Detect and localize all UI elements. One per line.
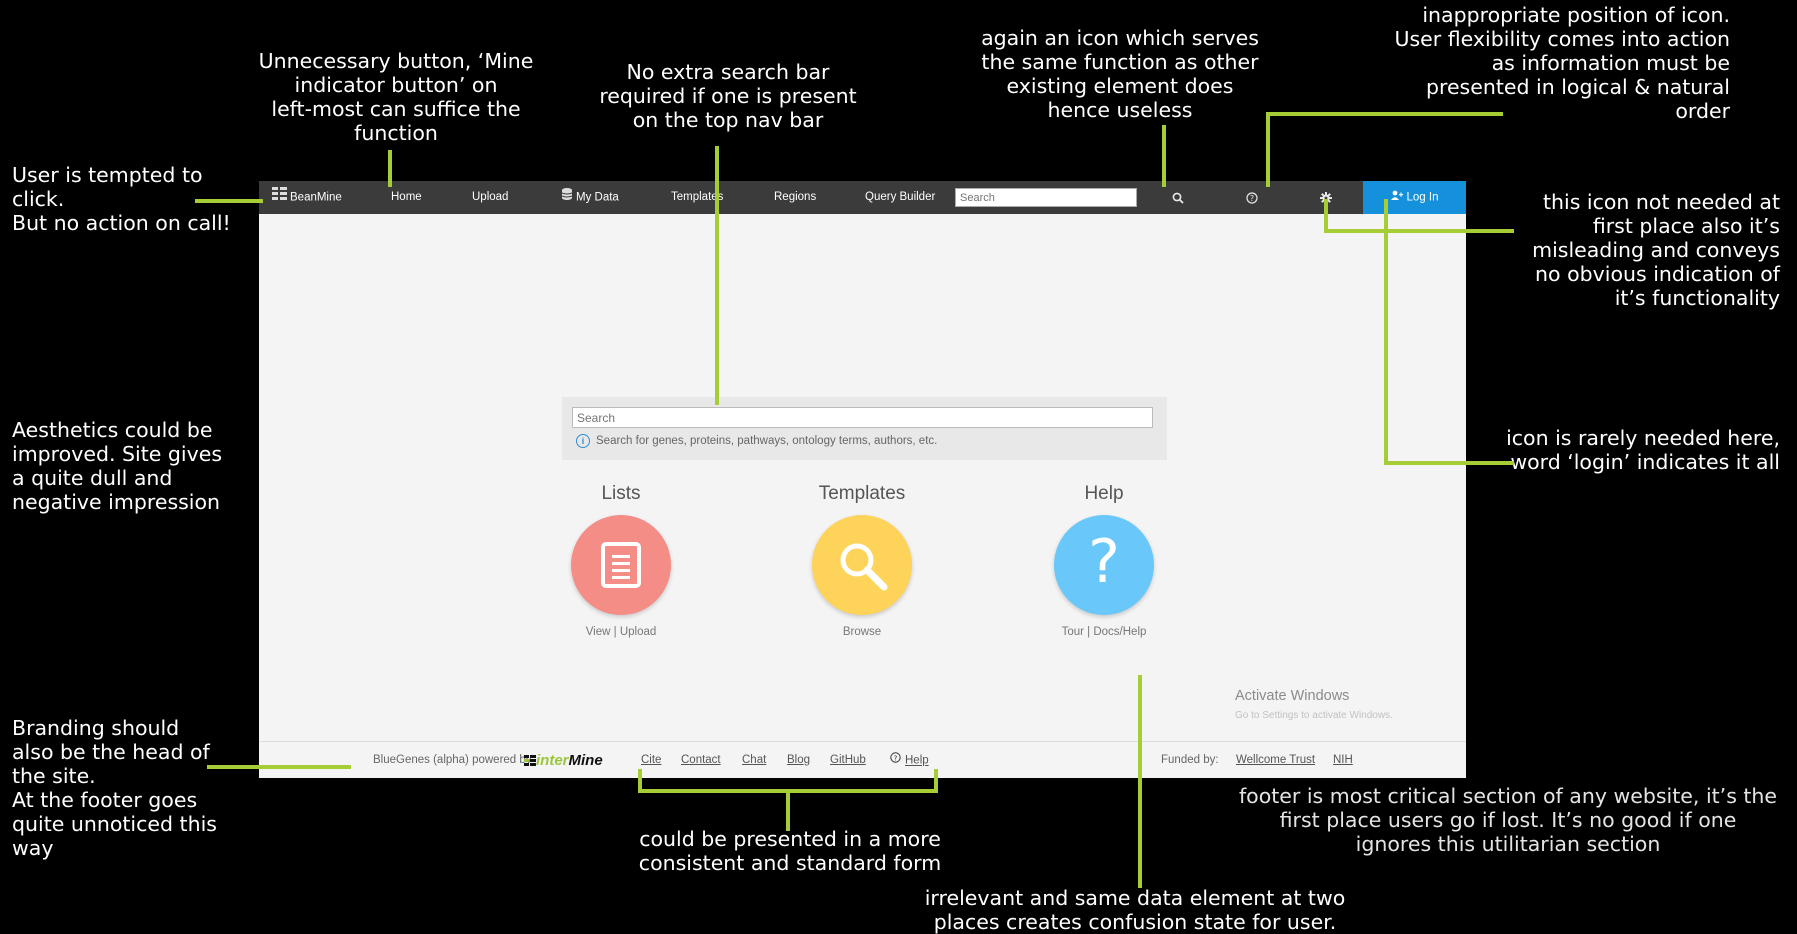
funder-wellcome[interactable]: Wellcome Trust	[1236, 742, 1315, 778]
search-icon[interactable]	[1172, 181, 1184, 214]
annotation-inappropriate-position: inappropriate position of icon. User fle…	[1394, 3, 1731, 123]
callout-line	[1324, 199, 1328, 232]
help-circle-icon: ?	[890, 742, 901, 778]
help-card-button[interactable]: ?	[1054, 515, 1154, 615]
callout-line	[207, 765, 351, 769]
login-label: Log In	[1406, 191, 1439, 204]
callout-line	[786, 789, 790, 831]
logo-mark-icon	[524, 743, 536, 778]
powered-by-text: BlueGenes (alpha) powered by	[373, 754, 532, 766]
footer-link-contact[interactable]: Contact	[681, 742, 721, 778]
annotation-icon-not-needed: this icon not needed at first place also…	[1532, 190, 1780, 310]
app-window: BeanMine Home Upload My Data Templates R…	[259, 181, 1466, 778]
database-icon	[561, 181, 573, 214]
help-title: Help	[1084, 483, 1124, 504]
callout-line	[1266, 112, 1270, 187]
annotation-irrelevant-data: irrelevant and same data element at two …	[924, 886, 1346, 934]
footer: BlueGenes (alpha) powered by interMine C…	[259, 741, 1466, 778]
grid-icon	[272, 181, 287, 214]
brand-button[interactable]: BeanMine	[272, 181, 342, 214]
callout-line	[1384, 199, 1388, 465]
user-add-icon	[1390, 181, 1403, 214]
callout-line	[1324, 229, 1514, 233]
magnifier-icon	[837, 540, 889, 597]
callout-line	[1162, 125, 1166, 187]
templates-browse-link[interactable]: Browse	[843, 626, 881, 638]
nav-my-data[interactable]: My Data	[561, 181, 619, 214]
nav-home[interactable]: Home	[391, 181, 422, 214]
footer-help[interactable]: ? Help	[890, 742, 929, 778]
help-links: Tour | Docs/Help	[1061, 626, 1147, 638]
svg-text:?: ?	[1250, 194, 1254, 203]
svg-text:?: ?	[894, 754, 898, 762]
annotation-icon-rarely-needed: icon is rarely needed here, word ‘login’…	[1506, 426, 1780, 474]
login-button[interactable]: Log In	[1363, 181, 1466, 214]
annotation-consistent-form: could be presented in a more consistent …	[638, 827, 942, 875]
nav-upload[interactable]: Upload	[472, 181, 508, 214]
callout-line	[1138, 675, 1142, 888]
info-icon: i	[576, 434, 590, 448]
annotation-footer-critical: footer is most critical section of any w…	[1238, 784, 1778, 856]
nav-query-builder[interactable]: Query Builder	[865, 181, 935, 214]
intermine-logo[interactable]: interMine	[524, 742, 603, 778]
annotation-no-extra-search: No extra search bar required if one is p…	[599, 60, 857, 132]
main-search-input[interactable]	[572, 407, 1153, 428]
annotation-branding: Branding should also be the head of the …	[12, 716, 217, 860]
activate-windows-watermark: Activate Windows	[1235, 688, 1350, 704]
document-icon	[601, 542, 641, 593]
callout-line	[1384, 461, 1514, 465]
nav-my-data-label: My Data	[576, 191, 619, 204]
top-nav-bar: BeanMine Home Upload My Data Templates R…	[259, 181, 1466, 214]
funded-by-label: Funded by:	[1161, 754, 1219, 766]
footer-link-chat[interactable]: Chat	[742, 742, 766, 778]
logo-mine: Mine	[568, 752, 603, 769]
brand-label: BeanMine	[290, 191, 342, 204]
callout-line	[1266, 112, 1503, 116]
footer-link-cite[interactable]: Cite	[641, 742, 661, 778]
lists-view-link[interactable]: View	[586, 626, 611, 638]
nav-regions[interactable]: Regions	[774, 181, 816, 214]
main-search-panel: i Search for genes, proteins, pathways, …	[562, 397, 1167, 460]
help-tour-link[interactable]: Tour	[1062, 626, 1084, 638]
templates-links: Browse	[762, 626, 962, 638]
search-hint: Search for genes, proteins, pathways, on…	[596, 435, 938, 447]
funder-nih[interactable]: NIH	[1333, 742, 1353, 778]
annotation-again-icon: again an icon which serves the same func…	[981, 26, 1259, 122]
callout-line	[715, 146, 719, 405]
question-mark-icon: ?	[1088, 527, 1120, 597]
nav-search-input[interactable]	[955, 188, 1137, 207]
footer-link-help: Help	[905, 754, 929, 767]
lists-button[interactable]	[571, 515, 671, 615]
callout-line	[195, 199, 263, 203]
logo-inter: inter	[536, 752, 569, 769]
footer-link-github[interactable]: GitHub	[830, 742, 866, 778]
activate-windows-subtext: Go to Settings to activate Windows.	[1235, 710, 1393, 721]
templates-title: Templates	[818, 483, 906, 504]
lists-upload-link[interactable]: Upload	[620, 626, 656, 638]
lists-title: Lists	[601, 483, 641, 504]
lists-links: View | Upload	[585, 626, 657, 638]
footer-link-blog[interactable]: Blog	[787, 742, 810, 778]
annotation-aesthetics: Aesthetics could be improved. Site gives…	[12, 418, 222, 514]
help-icon[interactable]: ?	[1246, 181, 1258, 214]
help-docs-link[interactable]: Docs/Help	[1093, 626, 1146, 638]
templates-button[interactable]	[812, 515, 912, 615]
annotation-unnecessary-button: Unnecessary button, ‘Mine indicator butt…	[258, 49, 534, 145]
callout-line	[388, 150, 392, 187]
